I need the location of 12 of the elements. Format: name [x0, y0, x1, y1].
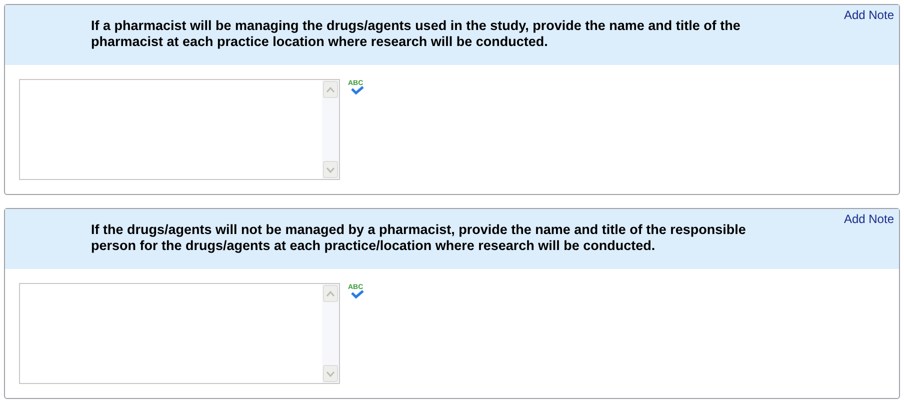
scrollbar[interactable] — [322, 80, 339, 179]
answer-field[interactable] — [19, 79, 340, 180]
question-text: If a pharmacist will be managing the drugs/agents used in the study, provide the name and title of the pharmacist at each practice location where research will be conducted. — [91, 18, 742, 50]
question-text: If the drugs/agents will not be managed by a pharmacist, provide the name and title of the responsible person for the drugs/agents at each practice/location where research will be conducted. — [91, 222, 747, 254]
scroll-down-icon[interactable] — [323, 161, 338, 178]
add-note-link[interactable]: Add Note — [844, 210, 894, 228]
scrollbar[interactable] — [322, 284, 339, 383]
scroll-down-icon[interactable] — [323, 365, 338, 382]
scroll-up-icon[interactable] — [323, 285, 338, 302]
scroll-up-icon[interactable] — [323, 81, 338, 98]
add-note-link[interactable]: Add Note — [844, 6, 894, 24]
answer-field[interactable] — [19, 283, 340, 384]
